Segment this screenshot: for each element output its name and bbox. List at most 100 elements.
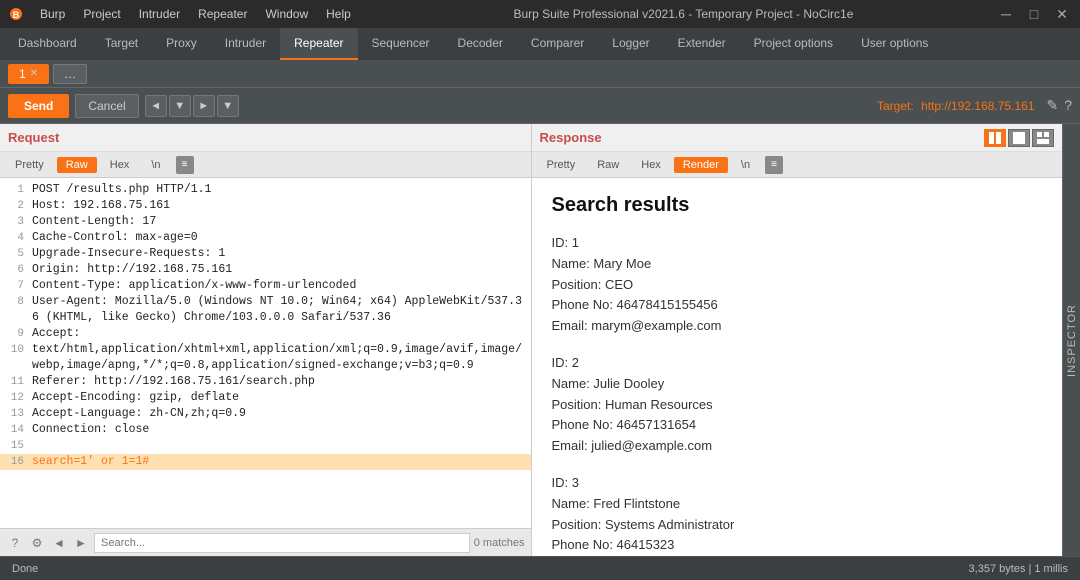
request-tabs: Pretty Raw Hex \n ≡	[0, 152, 531, 178]
menu-window[interactable]: Window	[257, 5, 316, 23]
request-tab-pretty[interactable]: Pretty	[6, 157, 53, 173]
tab-repeater[interactable]: Repeater	[280, 28, 357, 60]
maximize-button[interactable]: □	[1024, 6, 1044, 22]
result-2-email: Email: julied@example.com	[552, 436, 1043, 457]
main-area: Request Pretty Raw Hex \n ≡ 1 POST /resu…	[0, 124, 1080, 556]
tab-sequencer[interactable]: Sequencer	[358, 28, 444, 60]
tab-decoder[interactable]: Decoder	[444, 28, 517, 60]
view-detail-btn[interactable]	[1032, 129, 1054, 147]
window-title: Burp Suite Professional v2021.6 - Tempor…	[371, 7, 996, 21]
result-entry-1: ID: 1 Name: Mary Moe Position: CEO Phone…	[552, 233, 1043, 337]
request-content[interactable]: 1 POST /results.php HTTP/1.1 2 Host: 192…	[0, 178, 531, 528]
svg-text:B: B	[13, 10, 20, 20]
inspector-label: INSPECTOR	[1066, 304, 1078, 377]
subtab-1-label: 1	[19, 67, 26, 81]
result-1-id: ID: 1	[552, 233, 1043, 254]
arrow-left-icon[interactable]: ◄	[50, 534, 68, 552]
settings-icon[interactable]: ⚙	[28, 534, 46, 552]
subtab-1-close[interactable]: ✕	[30, 68, 38, 79]
tab-logger[interactable]: Logger	[598, 28, 663, 60]
response-title: Response	[540, 130, 602, 145]
response-tab-hex[interactable]: Hex	[632, 157, 670, 173]
request-tab-menu[interactable]: ≡	[176, 156, 194, 174]
tab-extender[interactable]: Extender	[664, 28, 740, 60]
request-panel: Request Pretty Raw Hex \n ≡ 1 POST /resu…	[0, 124, 532, 556]
nav-forward-button[interactable]: ►	[193, 95, 215, 117]
result-1-name: Name: Mary Moe	[552, 254, 1043, 275]
close-button[interactable]: ✕	[1052, 6, 1072, 22]
response-tab-pretty[interactable]: Pretty	[538, 157, 585, 173]
tab-target[interactable]: Target	[91, 28, 152, 60]
request-tab-hex[interactable]: Hex	[101, 157, 139, 173]
search-input[interactable]	[94, 533, 470, 553]
toolbar-icons: ✎ ?	[1046, 97, 1072, 114]
target-display: Target: http://192.168.75.161	[245, 99, 1035, 113]
minimize-button[interactable]: ─	[996, 6, 1016, 22]
nav-tabs: Dashboard Target Proxy Intruder Repeater…	[0, 28, 1080, 60]
request-line-16: 16 search=1' or 1=1#	[0, 454, 531, 470]
search-matches: 0 matches	[474, 537, 525, 549]
menu-help[interactable]: Help	[318, 5, 359, 23]
result-1-email: Email: marym@example.com	[552, 316, 1043, 337]
app-icon: B	[8, 6, 24, 22]
response-tab-render[interactable]: Render	[674, 157, 728, 173]
result-1-position: Position: CEO	[552, 275, 1043, 296]
result-2-id: ID: 2	[552, 353, 1043, 374]
help-icon[interactable]: ?	[1064, 97, 1072, 114]
menu-repeater[interactable]: Repeater	[190, 5, 255, 23]
statusbar: Done 3,357 bytes | 1 millis	[0, 556, 1080, 580]
tab-project-options[interactable]: Project options	[740, 28, 847, 60]
cancel-button[interactable]: Cancel	[75, 94, 138, 118]
view-split-btn[interactable]	[984, 129, 1006, 147]
result-entry-3: ID: 3 Name: Fred Flintstone Position: Sy…	[552, 473, 1043, 556]
result-3-phone: Phone No: 46415323	[552, 535, 1043, 556]
response-tab-raw[interactable]: Raw	[588, 157, 628, 173]
request-line-5: 5 Upgrade-Insecure-Requests: 1	[0, 246, 531, 262]
view-single-btn[interactable]	[1008, 129, 1030, 147]
request-line-10: 10 text/html,application/xhtml+xml,appli…	[0, 342, 531, 374]
result-3-id: ID: 3	[552, 473, 1043, 494]
response-tab-newline[interactable]: \n	[732, 157, 759, 173]
arrow-right-icon[interactable]: ►	[72, 534, 90, 552]
request-tab-raw[interactable]: Raw	[57, 157, 97, 173]
tab-dashboard[interactable]: Dashboard	[4, 28, 91, 60]
search-bar-icons: ? ⚙ ◄ ►	[6, 534, 90, 552]
request-line-13: 13 Accept-Language: zh-CN,zh;q=0.9	[0, 406, 531, 422]
request-line-3: 3 Content-Length: 17	[0, 214, 531, 230]
request-tab-newline[interactable]: \n	[142, 157, 169, 173]
nav-prev-button[interactable]: ▼	[169, 95, 191, 117]
request-search-bar: ? ⚙ ◄ ► 0 matches	[0, 528, 531, 556]
response-tab-menu[interactable]: ≡	[765, 156, 783, 174]
toolbar: Send Cancel ◄ ▼ ► ▼ Target: http://192.1…	[0, 88, 1080, 124]
response-content[interactable]: Search results ID: 1 Name: Mary Moe Posi…	[532, 178, 1063, 556]
question-icon[interactable]: ?	[6, 534, 24, 552]
request-line-8: 8 User-Agent: Mozilla/5.0 (Windows NT 10…	[0, 294, 531, 326]
menu-project[interactable]: Project	[75, 5, 128, 23]
subtab-more[interactable]: …	[53, 64, 87, 84]
request-line-2: 2 Host: 192.168.75.161	[0, 198, 531, 214]
subtabs-bar: 1 ✕ …	[0, 60, 1080, 88]
result-3-position: Position: Systems Administrator	[552, 515, 1043, 536]
tab-proxy[interactable]: Proxy	[152, 28, 211, 60]
edit-target-icon[interactable]: ✎	[1046, 97, 1058, 114]
tab-user-options[interactable]: User options	[847, 28, 942, 60]
result-3-name: Name: Fred Flintstone	[552, 494, 1043, 515]
inspector-panel[interactable]: INSPECTOR	[1062, 124, 1080, 556]
search-results-heading: Search results	[552, 194, 1043, 217]
subtab-1[interactable]: 1 ✕	[8, 64, 49, 84]
send-button[interactable]: Send	[8, 94, 69, 118]
tab-comparer[interactable]: Comparer	[517, 28, 598, 60]
request-line-15: 15	[0, 438, 531, 454]
status-text: Done	[12, 563, 38, 575]
window-controls: ─ □ ✕	[996, 6, 1072, 22]
response-header: Response	[532, 124, 1063, 152]
menu-intruder[interactable]: Intruder	[131, 5, 188, 23]
target-url: http://192.168.75.161	[921, 99, 1034, 113]
menu-burp[interactable]: Burp	[32, 5, 73, 23]
status-info: 3,357 bytes | 1 millis	[969, 563, 1068, 575]
tab-intruder[interactable]: Intruder	[211, 28, 280, 60]
request-line-4: 4 Cache-Control: max-age=0	[0, 230, 531, 246]
nav-back-button[interactable]: ◄	[145, 95, 167, 117]
request-line-1: 1 POST /results.php HTTP/1.1	[0, 182, 531, 198]
nav-next-button[interactable]: ▼	[217, 95, 239, 117]
